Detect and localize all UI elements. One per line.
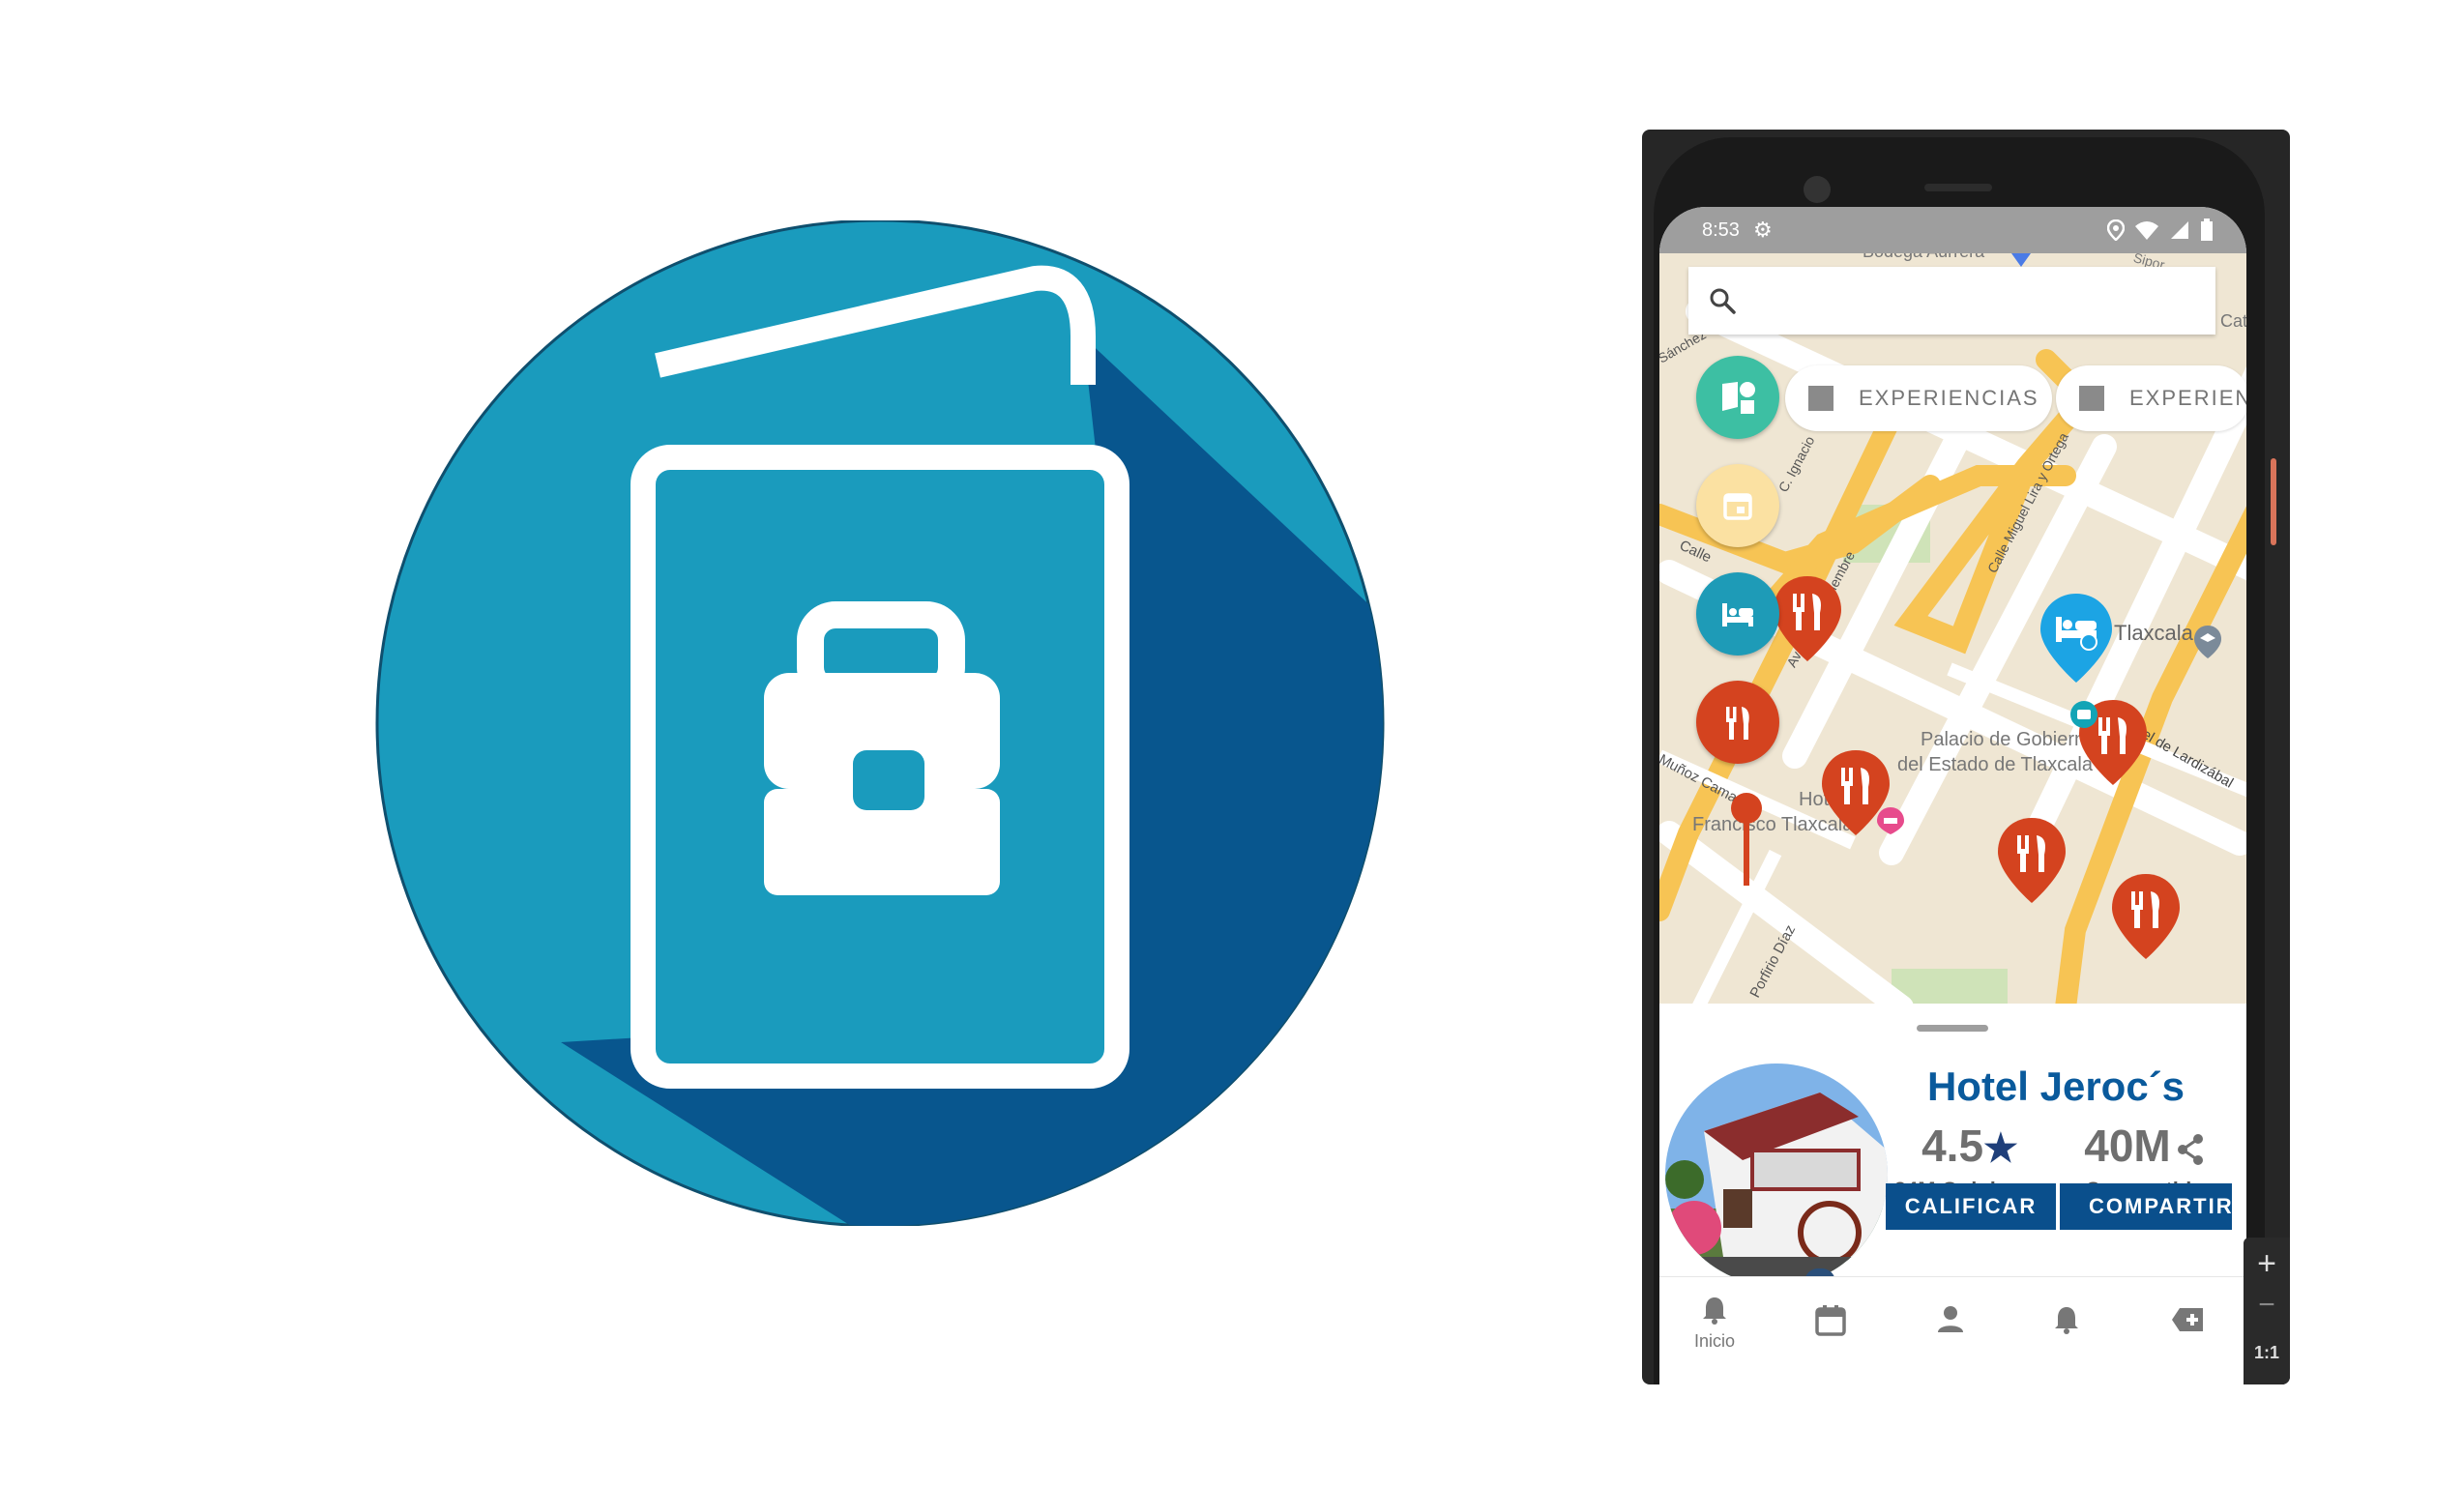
front-camera xyxy=(1804,176,1831,203)
zoom-control: + − 1:1 xyxy=(2244,1238,2290,1384)
fab-restaurants[interactable] xyxy=(1696,681,1779,764)
bell-icon xyxy=(1703,1297,1727,1325)
bed-icon xyxy=(1722,603,1753,626)
chip-checkbox xyxy=(2079,386,2104,411)
chip-experiencias[interactable]: EXPERIENCIAS xyxy=(1785,365,2052,431)
restaurant-pin[interactable] xyxy=(2110,872,2182,961)
zoom-in-button[interactable]: + xyxy=(2244,1245,2290,1283)
landmark-icon xyxy=(2194,626,2221,658)
nav-label: Inicio xyxy=(1694,1331,1736,1351)
map-label: Palacio de Gobierno xyxy=(1921,729,2097,750)
chip-label: EXPERIENCIAS xyxy=(2129,386,2246,410)
app-logo xyxy=(375,220,1385,1226)
nav-calendar[interactable] xyxy=(1814,1304,1847,1337)
side-button xyxy=(2271,458,2276,545)
star-icon: ★ xyxy=(1983,1127,2018,1170)
restaurant-pin[interactable] xyxy=(1772,574,1843,663)
attraction-icon xyxy=(2070,701,2097,728)
hotel-name: Hotel Jeroc´s xyxy=(1926,1064,2185,1109)
person-icon xyxy=(1938,1306,1963,1332)
shares-row: 40M xyxy=(2058,1120,2232,1172)
search-input[interactable] xyxy=(1748,287,2187,314)
hotel-pin[interactable] xyxy=(2039,592,2114,685)
category-icon xyxy=(1722,382,1755,414)
hotel-small-icon xyxy=(1877,807,1904,834)
rating-row: 4.5★ xyxy=(1888,1120,2052,1172)
gear-icon: ⚙ xyxy=(1752,218,1773,242)
signal-icon xyxy=(2171,221,2188,239)
rate-button[interactable]: CALIFICAR xyxy=(1886,1183,2056,1230)
share-button[interactable]: COMPARTIR xyxy=(2060,1183,2232,1230)
zoom-out-button[interactable]: − xyxy=(2244,1289,2290,1322)
restaurant-icon xyxy=(1726,707,1749,740)
add-tag-icon xyxy=(2172,1308,2203,1331)
fab-events[interactable] xyxy=(1696,464,1779,547)
map-label: Tlaxcala xyxy=(2114,621,2193,645)
wifi-icon xyxy=(2135,221,2158,240)
chip-label: EXPERIENCIAS xyxy=(1859,386,2039,410)
shares-value: 40M xyxy=(2084,1121,2171,1171)
bell-icon xyxy=(2055,1307,2078,1334)
bottom-navigation: Inicio xyxy=(1659,1276,2246,1384)
map-label: del Estado de Tlaxcala xyxy=(1897,754,2093,775)
share-icon xyxy=(2177,1133,2203,1165)
status-bar: 8:53 ⚙ xyxy=(1659,207,2246,253)
map-label: Cat xyxy=(2220,311,2246,331)
status-time: 8:53 xyxy=(1702,219,1740,241)
phone-screen: 8:53 ⚙ Sipor Cat Sánchez C. Ignacio Call… xyxy=(1659,207,2246,1384)
map-view[interactable]: Bodega Aurrera Sipor Cat Sánchez C. Igna… xyxy=(1659,253,2246,1004)
nav-profile[interactable] xyxy=(1936,1304,1965,1333)
nav-notifications[interactable] xyxy=(2052,1304,2081,1335)
hotel-photo xyxy=(1665,1064,1888,1286)
nav-inicio[interactable]: Inicio xyxy=(1694,1295,1735,1352)
battery-icon xyxy=(2201,219,2213,241)
nav-add[interactable] xyxy=(2170,1306,2205,1333)
fab-experiences[interactable] xyxy=(1696,356,1779,439)
search-icon xyxy=(1710,288,1736,314)
phone-frame: 8:53 ⚙ Sipor Cat Sánchez C. Ignacio Call… xyxy=(1642,130,2290,1384)
chip-experiencias-2[interactable]: EXPERIENCIAS xyxy=(2056,365,2246,431)
map-label: Bodega Aurrera xyxy=(1863,253,1984,262)
location-icon xyxy=(2107,219,2125,241)
restaurant-pin[interactable] xyxy=(1996,816,2068,905)
hotel-photo-illustration xyxy=(1665,1064,1888,1286)
rating-value: 4.5 xyxy=(1921,1121,1984,1171)
search-bar[interactable] xyxy=(1688,267,2215,335)
speaker xyxy=(1924,184,1992,191)
calendar-icon xyxy=(1815,1305,1846,1336)
location-marker[interactable] xyxy=(1729,791,1764,888)
zoom-ratio[interactable]: 1:1 xyxy=(2244,1343,2290,1363)
calendar-icon xyxy=(1723,493,1752,520)
fab-hotels[interactable] xyxy=(1696,572,1779,656)
chip-checkbox xyxy=(1808,386,1833,411)
drag-handle[interactable] xyxy=(1917,1025,1988,1032)
